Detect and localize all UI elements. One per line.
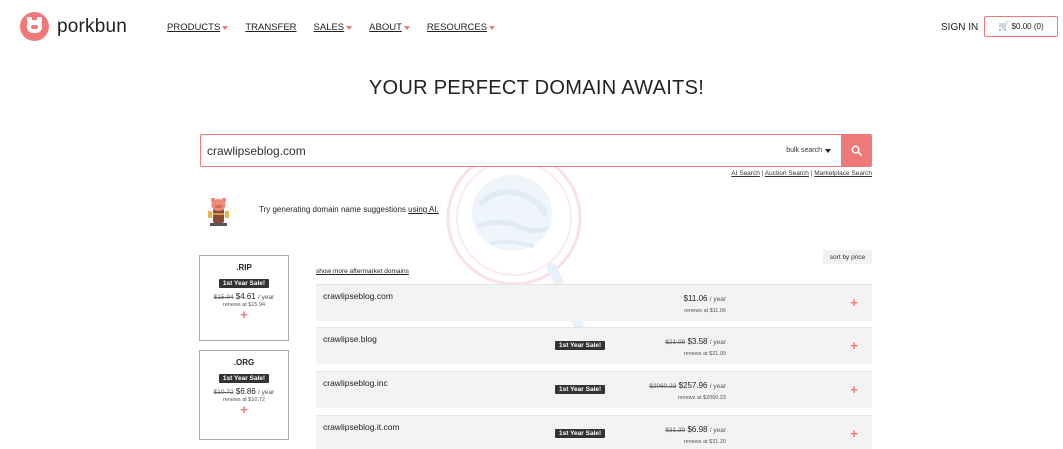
result-domain: crawlipse.blog	[323, 334, 377, 344]
result-row[interactable]: crawlipseblog.inc 1st Year Sale! $2060.2…	[316, 371, 872, 408]
search-button[interactable]	[841, 135, 871, 166]
nav-transfer[interactable]: TRANSFER	[245, 22, 296, 33]
result-domain: crawlipseblog.inc	[323, 378, 388, 388]
search-sublinks: AI Search | Auction Search | Marketplace…	[731, 170, 872, 177]
chevron-down-icon	[346, 25, 353, 30]
tld-price: $10.72 $6.86 / year	[200, 387, 288, 396]
nav-about-label: ABOUT	[369, 22, 402, 33]
result-price: $11.06 / year	[684, 294, 726, 303]
old-price: $31.20	[665, 427, 686, 434]
tld-name: .RIP	[236, 263, 252, 272]
price-period: / year	[709, 383, 726, 390]
domain-search-bar: bulk search	[200, 134, 872, 167]
current-price: $6.86	[235, 387, 256, 396]
price-period: / year	[258, 294, 275, 301]
cart-total: $0.00 (0)	[1011, 22, 1044, 31]
renew-price: renews at $2060.23	[677, 395, 726, 401]
sale-badge: 1st Year Sale!	[218, 279, 270, 288]
main-nav: PRODUCTS TRANSFER SALES ABOUT RESOURCES	[167, 22, 512, 33]
add-to-cart-plus-icon[interactable]: +	[850, 339, 858, 352]
tld-price: $15.94 $4.61 / year	[200, 292, 288, 301]
chevron-down-icon	[489, 25, 496, 30]
tld-card-rip[interactable]: .RIP 1st Year Sale! $15.94 $4.61 / year …	[199, 255, 289, 341]
nav-transfer-label: TRANSFER	[245, 22, 297, 33]
sale-badge: 1st Year Sale!	[555, 341, 606, 350]
using-ai-link[interactable]: using AI.	[408, 205, 439, 214]
current-price: $6.98	[687, 425, 708, 434]
add-to-cart-plus-icon[interactable]: +	[850, 427, 858, 440]
cart-button[interactable]: 🛒 $0.00 (0)	[984, 16, 1058, 37]
result-domain: crawlipseblog.com	[323, 291, 393, 301]
ai-search-link[interactable]: AI Search	[731, 170, 760, 177]
result-price: $2060.23 $257.96 / year	[649, 381, 726, 390]
nav-about[interactable]: ABOUT	[369, 22, 410, 33]
renew-price: renews at $31.20	[683, 439, 726, 445]
chevron-down-icon	[222, 25, 229, 30]
result-price: $21.09 $3.58 / year	[665, 337, 726, 346]
price-period: / year	[258, 389, 275, 396]
caret-down-icon	[825, 148, 831, 153]
price-period: / year	[709, 339, 726, 346]
price-period: / year	[709, 296, 726, 303]
old-price: $2060.23	[649, 383, 677, 390]
result-row[interactable]: crawlipse.blog 1st Year Sale! $21.09 $3.…	[316, 327, 872, 364]
current-price: $3.58	[687, 337, 708, 346]
marketplace-search-link[interactable]: Marketplace Search	[814, 170, 872, 177]
add-to-cart-plus-icon[interactable]: +	[200, 308, 288, 321]
renew-price: renews at $21.09	[683, 351, 726, 357]
page-title: YOUR PERFECT DOMAIN AWAITS!	[368, 77, 705, 99]
nav-resources-label: RESOURCES	[426, 22, 488, 33]
tld-card-org[interactable]: .ORG 1st Year Sale! $10.72 $6.86 / year …	[199, 350, 289, 440]
nav-resources[interactable]: RESOURCES	[426, 22, 496, 33]
sale-badge: 1st Year Sale!	[218, 374, 270, 383]
add-to-cart-plus-icon[interactable]: +	[850, 296, 858, 309]
sale-badge: 1st Year Sale!	[555, 385, 606, 394]
ai-hint-text: Try generating domain name suggestions	[259, 205, 409, 214]
result-domain: crawlipseblog.it.com	[323, 422, 400, 432]
renew-price: renews at $11.06	[684, 308, 726, 314]
add-to-cart-plus-icon[interactable]: +	[200, 403, 288, 416]
logo[interactable]: porkbun	[20, 12, 127, 41]
result-row[interactable]: crawlipseblog.it.com 1st Year Sale! $31.…	[316, 415, 872, 449]
tld-name: .ORG	[233, 358, 255, 367]
add-to-cart-plus-icon[interactable]: +	[850, 383, 858, 396]
sign-in-link[interactable]: SIGN IN	[941, 22, 978, 33]
nav-sales[interactable]: SALES	[314, 22, 353, 33]
header: porkbun PRODUCTS TRANSFER SALES ABOUT RE…	[0, 0, 1063, 56]
domain-search-input[interactable]	[201, 135, 787, 166]
nav-products[interactable]: PRODUCTS	[167, 22, 229, 33]
cart-icon: 🛒	[998, 21, 1010, 31]
old-price: $10.72	[213, 389, 234, 396]
search-icon	[851, 145, 862, 156]
current-price: $11.06	[683, 294, 708, 303]
show-more-aftermarket-link[interactable]: show more aftermarket domains	[316, 268, 409, 275]
bulk-search-toggle[interactable]: bulk search	[786, 135, 841, 166]
ai-hint: Try generating domain name suggestions u…	[259, 205, 439, 214]
auction-search-link[interactable]: Auction Search	[765, 170, 809, 177]
current-price: $257.96	[678, 381, 708, 390]
brand-name: porkbun	[57, 15, 128, 37]
nav-products-label: PRODUCTS	[167, 22, 221, 33]
pig-logo-icon	[20, 12, 49, 41]
price-period: / year	[709, 427, 726, 434]
sort-by-price-button[interactable]: sort by price	[823, 250, 872, 264]
pig-mascot-icon	[208, 198, 229, 226]
sale-badge: 1st Year Sale!	[555, 429, 606, 438]
result-price: $31.20 $6.98 / year	[665, 425, 726, 434]
chevron-down-icon	[403, 25, 410, 30]
old-price: $21.09	[665, 339, 686, 346]
current-price: $4.61	[235, 292, 256, 301]
bulk-search-label: bulk search	[786, 147, 822, 154]
nav-sales-label: SALES	[313, 22, 345, 33]
old-price: $15.94	[213, 294, 234, 301]
result-row[interactable]: crawlipseblog.com $11.06 / year renews a…	[316, 284, 872, 321]
